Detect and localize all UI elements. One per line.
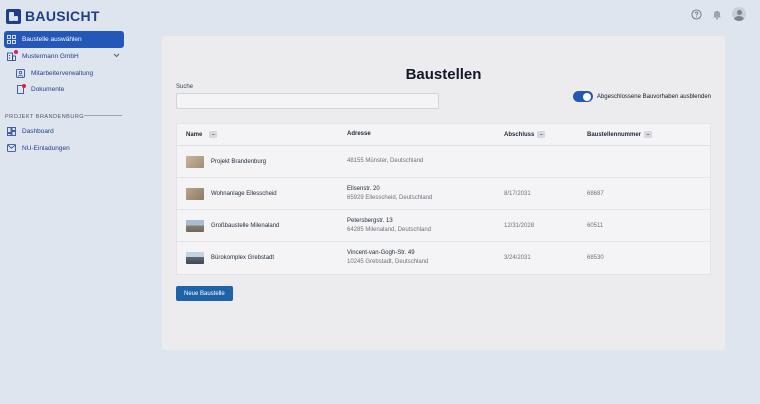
site-thumbnail [186,252,204,264]
sidebar-item-nu-einladungen[interactable]: NU-Einladungen [0,140,128,156]
site-address: 48155 Münster, Deutschland [347,158,424,164]
table-row[interactable]: Wohnanlage Ellesscheid Ellsenstr. 20 659… [177,178,710,210]
search-input[interactable] [176,93,439,109]
site-thumbnail [186,187,204,200]
site-name: Projekt Brandenburg [211,158,267,165]
dashboard-icon [7,126,16,136]
column-menu-icon[interactable]: – [537,131,546,138]
sidebar-item-mitarbeiterverwaltung[interactable]: Mitarbeiterverwaltung [0,65,128,81]
sidebar-item-label: Mustermann GmbH [22,52,79,60]
site-street: Vincent-van-Gogh-Str. 49 [347,250,415,256]
column-menu-icon[interactable]: – [644,131,653,138]
site-name: Großbaustelle Milenaland [211,222,280,229]
document-icon [16,83,26,94]
sidebar-item-dashboard[interactable]: Dashboard [0,123,128,139]
bell-icon[interactable] [711,8,723,20]
site-thumbnail [186,219,204,232]
column-header-adresse[interactable]: Adresse [347,130,504,139]
table-row[interactable]: Projekt Brandenburg 48155 Münster, Deuts… [177,146,710,178]
new-site-button[interactable]: Neue Baustelle [176,286,233,301]
sidebar-item-baustelle-auswaehlen[interactable]: Baustelle auswählen [4,31,124,48]
site-city: 65929 Ellesscheid, Deutschland [347,194,433,201]
site-street: Petersbergstr. 13 [347,217,393,224]
site-completion-date: 8/17/2031 [504,190,531,197]
sidebar-item-label: Mitarbeiterverwaltung [31,69,94,77]
hide-completed-toggle[interactable] [572,91,593,102]
notification-dot [22,83,26,88]
sidebar-item-company[interactable]: Mustermann GmbH [0,48,128,64]
column-header-abschluss[interactable]: Abschluss – [504,131,587,138]
hide-completed-label: Abgeschlossene Bauvorhaben ausblenden [596,93,711,100]
logo-icon [6,8,21,24]
column-header-name[interactable]: Name – [177,131,347,138]
header-actions [690,7,746,21]
hide-completed-toggle-wrap: Abgeschlossene Bauvorhaben ausblenden [572,91,711,102]
column-menu-icon[interactable]: – [209,131,218,138]
users-icon [16,68,25,78]
column-header-baustellennummer[interactable]: Baustellennummer – [587,131,687,138]
sidebar-item-label: Baustelle auswählen [22,36,82,43]
brand-logo[interactable]: BAUSICHT [6,8,100,24]
site-number: 68687 [587,190,604,197]
site-completion-date: 12/31/2028 [504,222,535,229]
table-row[interactable]: Großbaustelle Milenaland Petersbergstr. … [177,210,710,242]
site-street: Ellsenstr. 20 [347,185,380,192]
site-city: 10245 Grebstadt, Deutschland [347,259,429,265]
site-completion-date: 3/24/2031 [504,255,531,261]
page-title: Baustellen [405,66,482,83]
table-row[interactable]: Bürokomplex Grebstadt Vincent-van-Gogh-S… [177,242,710,274]
sidebar-item-label: Dokumente [31,85,65,93]
user-avatar-icon[interactable] [732,7,746,21]
sidebar-item-dokumente[interactable]: Dokumente [0,81,128,97]
site-number: 68530 [587,255,604,261]
notification-dot [14,50,18,54]
sidebar: Baustelle auswählen Mustermann GmbH Mita… [0,31,128,156]
mail-icon [7,144,16,153]
table-header: Name – Adresse Abschluss – Baustellennum… [177,124,710,146]
sidebar-item-label: Dashboard [22,127,54,135]
grid-icon [7,35,16,44]
section-divider [84,115,122,116]
site-name: Bürokomplex Grebstadt [211,255,275,261]
site-name: Wohnanlage Ellesscheid [211,190,277,197]
site-number: 60511 [587,222,604,229]
sidebar-item-label: NU-Einladungen [22,144,70,152]
help-icon[interactable] [690,8,702,20]
site-thumbnail [186,155,204,168]
sites-table: Name – Adresse Abschluss – Baustellennum… [176,123,711,275]
search-label: Suche [176,84,194,90]
site-city: 64285 Milenaland, Deutschland [347,226,432,233]
brand-name: BAUSICHT [25,8,100,24]
chevron-down-icon[interactable] [113,53,120,60]
main-panel: Baustellen Suche Abgeschlossene Bauvorha… [162,36,725,350]
